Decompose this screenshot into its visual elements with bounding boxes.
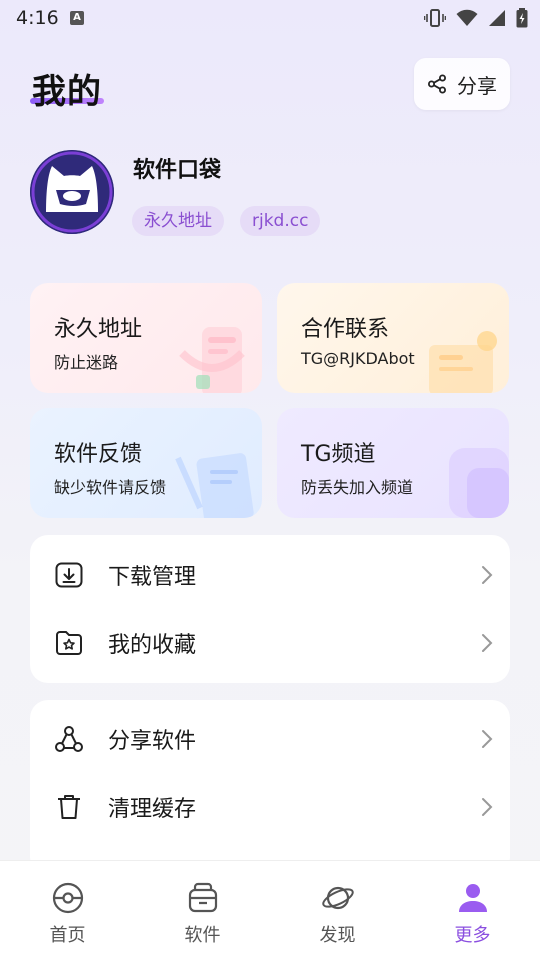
chevron-right-icon	[482, 798, 493, 816]
nav-label: 软件	[184, 925, 221, 946]
card-title: 永久地址	[54, 317, 143, 342]
card-subtitle: 防止迷路	[54, 353, 119, 372]
nav-item-home[interactable]: 首页	[0, 861, 135, 960]
menu-group-downloads: 下载管理 我的收藏	[30, 535, 510, 683]
channel-illustration-icon	[449, 448, 509, 518]
nav-item-discover[interactable]: 发现	[270, 861, 405, 960]
basket-icon	[188, 882, 217, 913]
card-title: 软件反馈	[54, 442, 143, 467]
phone-illustration-icon	[179, 327, 245, 393]
wifi-icon	[456, 9, 478, 26]
signal-icon	[489, 10, 505, 26]
planet-icon	[321, 886, 354, 910]
avatar[interactable]	[30, 150, 114, 234]
card-subtitle: 缺少软件请反馈	[54, 478, 167, 497]
menu-item-label: 我的收藏	[108, 633, 197, 658]
card-cooperation[interactable]: 合作联系 TG@RJKDAbot	[277, 283, 509, 393]
card-permanent-address[interactable]: 永久地址 防止迷路	[30, 283, 262, 393]
contract-illustration-icon	[429, 331, 497, 393]
chevron-right-icon	[482, 730, 493, 748]
vibrate-icon	[424, 9, 446, 27]
share-nodes-icon	[55, 726, 83, 752]
menu-item-label: 分享软件	[108, 729, 197, 754]
card-subtitle: 防丢失加入频道	[301, 478, 414, 497]
nav-item-software[interactable]: 软件	[135, 861, 270, 960]
nav-item-more[interactable]: 更多	[405, 861, 540, 960]
chevron-right-icon	[482, 634, 493, 652]
menu-item-label: 下载管理	[108, 565, 197, 590]
menu-item-download-manager[interactable]: 下载管理	[30, 545, 510, 605]
tag-permanent-address[interactable]: 永久地址	[132, 206, 224, 236]
card-title: 合作联系	[301, 317, 390, 342]
nav-label: 发现	[319, 925, 356, 946]
home-pokeball-icon	[52, 882, 83, 914]
status-time: 4:16	[16, 7, 59, 29]
favorites-folder-icon	[56, 631, 82, 655]
card-tg-channel[interactable]: TG频道 防丢失加入频道	[277, 408, 509, 518]
menu-item-share-software[interactable]: 分享软件	[30, 709, 510, 769]
chevron-right-icon	[482, 566, 493, 584]
share-button[interactable]: 分享	[414, 58, 510, 110]
tag-domain[interactable]: rjkd.cc	[240, 206, 321, 236]
download-icon	[55, 562, 83, 588]
menu-item-clear-cache[interactable]: 清理缓存	[30, 777, 510, 837]
nav-label: 首页	[49, 925, 86, 946]
notification-a-icon: A	[70, 11, 84, 25]
page-title: 我的	[32, 72, 102, 112]
share-icon	[428, 74, 446, 94]
card-title: TG频道	[301, 442, 376, 467]
trash-icon	[58, 795, 80, 819]
cat-logo-icon	[30, 150, 114, 234]
nav-label: 更多	[454, 925, 491, 946]
battery-icon	[516, 8, 528, 28]
card-subtitle: TG@RJKDAbot	[301, 349, 415, 368]
status-icons	[424, 8, 528, 28]
user-icon	[458, 884, 487, 912]
status-bar: 4:16 A	[0, 0, 540, 38]
profile-name: 软件口袋	[133, 158, 222, 183]
menu-item-my-favorites[interactable]: 我的收藏	[30, 613, 510, 673]
menu-group-tools: 分享软件 清理缓存	[30, 700, 510, 875]
document-illustration-icon	[175, 453, 254, 518]
card-feedback[interactable]: 软件反馈 缺少软件请反馈	[30, 408, 262, 518]
menu-item-label: 清理缓存	[108, 797, 197, 822]
bottom-nav: 首页 软件 发现 更多	[0, 860, 540, 960]
share-button-label: 分享	[457, 73, 497, 98]
